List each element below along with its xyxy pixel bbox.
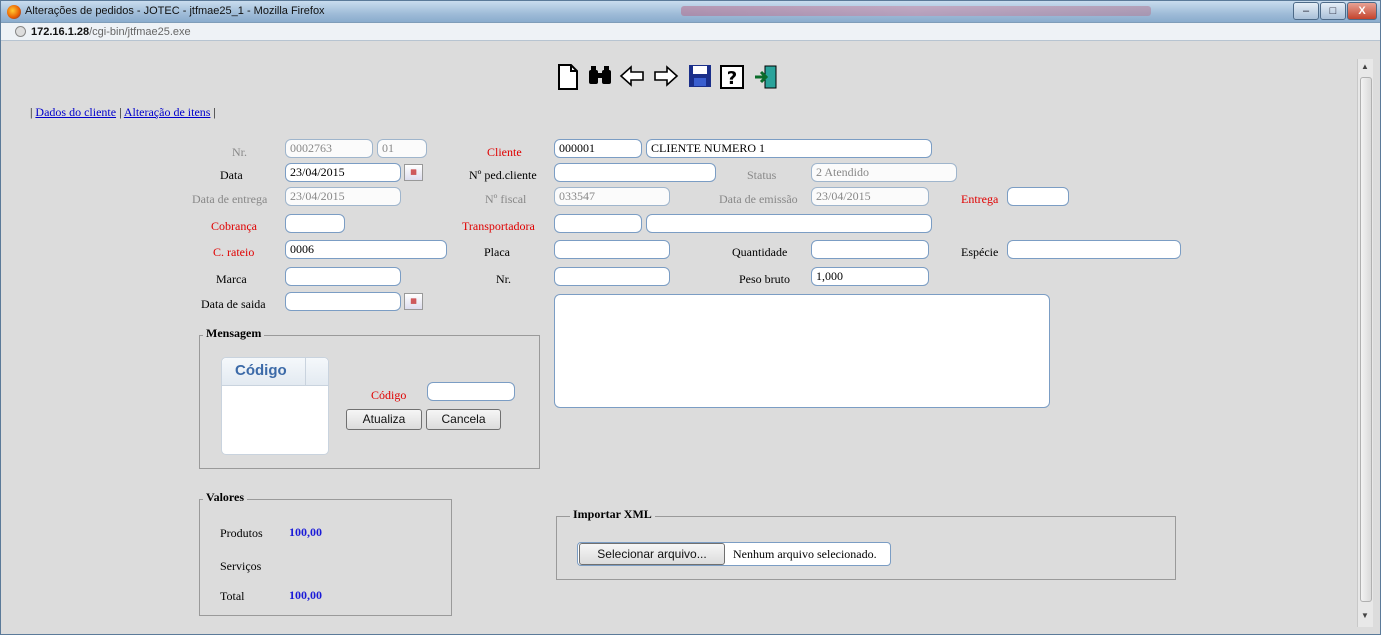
data-emissao-label: Data de emissão (719, 192, 798, 206)
close-button[interactable]: X (1347, 2, 1377, 20)
exit-icon[interactable] (753, 64, 779, 92)
transportadora-name-field[interactable] (646, 214, 932, 233)
marca-field[interactable] (285, 267, 401, 286)
atualiza-button[interactable]: Atualiza (346, 409, 422, 430)
codigo-grid[interactable]: Código (221, 357, 329, 455)
minimize-button[interactable]: – (1293, 2, 1319, 20)
rateio-label: C. rateio (213, 245, 255, 259)
entrega-label: Entrega (961, 192, 999, 206)
browser-window: Alterações de pedidos - JOTEC - jtfmae25… (0, 0, 1381, 635)
save-icon[interactable] (687, 64, 713, 92)
total-label: Total (220, 589, 245, 603)
status-field[interactable]: 2 Atendido (811, 163, 957, 182)
valores-legend: Valores (203, 490, 248, 505)
nr-field[interactable]: 0002763 (285, 139, 373, 158)
svg-text:?: ? (727, 68, 737, 89)
globe-icon (15, 26, 26, 37)
calendar-icon[interactable]: ▦ (404, 164, 423, 181)
calendar-icon[interactable]: ▦ (404, 293, 423, 310)
data-emissao-field[interactable]: 23/04/2015 (811, 187, 929, 206)
data-entrega-label: Data de entrega (192, 192, 268, 206)
nr-suffix-field[interactable]: 01 (377, 139, 427, 158)
scroll-down-icon[interactable]: ▼ (1361, 611, 1369, 620)
nav-separator: | (119, 105, 122, 119)
status-label: Status (747, 168, 777, 182)
help-icon[interactable]: ? (719, 64, 745, 92)
saida-field[interactable] (285, 292, 401, 311)
maximize-button[interactable]: □ (1320, 2, 1346, 20)
scroll-thumb[interactable] (1360, 77, 1372, 602)
xml-legend: Importar XML (570, 507, 655, 522)
nr-label: Nr. (232, 145, 247, 159)
especie-field[interactable] (1007, 240, 1181, 259)
scroll-up-icon[interactable]: ▲ (1361, 62, 1369, 71)
address-bar[interactable]: 172.16.1.28/cgi-bin/jtfmae25.exe (1, 23, 1380, 41)
entrega-field[interactable] (1007, 187, 1069, 206)
grid-header-codigo[interactable]: Código (235, 362, 287, 379)
nfiscal-label: Nº fiscal (485, 192, 527, 206)
nr2-label: Nr. (496, 272, 511, 286)
firefox-icon (7, 5, 21, 19)
saida-label: Data de saida (201, 297, 266, 311)
cliente-label: Cliente (487, 145, 522, 159)
quantidade-label: Quantidade (732, 245, 788, 259)
cobranca-label: Cobrança (211, 219, 257, 233)
peso-field[interactable]: 1,000 (811, 267, 929, 286)
taskbar-blur (681, 6, 1151, 16)
arrow-left-icon[interactable] (619, 64, 645, 92)
nav-separator: | (30, 105, 33, 119)
nav-separator: | (213, 105, 216, 119)
binoculars-icon[interactable] (587, 64, 613, 92)
servicos-label: Serviços (220, 559, 262, 573)
placa-field[interactable] (554, 240, 670, 259)
observacao-textarea[interactable] (554, 294, 1050, 408)
produtos-label: Produtos (220, 526, 263, 540)
link-dados-cliente[interactable]: Dados do cliente (35, 105, 116, 119)
nav-links: | Dados do cliente | Alteração de itens … (30, 105, 216, 120)
produtos-value: 100,00 (289, 525, 322, 539)
no-file-text: Nenhum arquivo selecionado. (733, 547, 877, 561)
select-file-button[interactable]: Selecionar arquivo... (579, 543, 725, 565)
ped-cliente-field[interactable] (554, 163, 716, 182)
mensagem-legend: Mensagem (203, 326, 265, 341)
especie-label: Espécie (961, 245, 999, 259)
quantidade-field[interactable] (811, 240, 929, 259)
placa-label: Placa (484, 245, 510, 259)
codigo-label: Código (371, 388, 407, 402)
rateio-field[interactable]: 0006 (285, 240, 447, 259)
data-label: Data (220, 168, 243, 182)
ped-cliente-label: Nº ped.cliente (469, 168, 537, 182)
codigo-field[interactable] (427, 382, 515, 401)
arrow-right-icon[interactable] (653, 64, 679, 92)
cliente-code-field[interactable]: 000001 (554, 139, 642, 158)
title-bar: Alterações de pedidos - JOTEC - jtfmae25… (1, 1, 1380, 23)
data-entrega-field[interactable]: 23/04/2015 (285, 187, 401, 206)
total-value: 100,00 (289, 588, 322, 602)
link-alteracao-itens[interactable]: Alteração de itens (124, 105, 211, 119)
grid-divider (305, 358, 306, 386)
cancela-button[interactable]: Cancela (426, 409, 501, 430)
cliente-name-field[interactable]: CLIENTE NUMERO 1 (646, 139, 932, 158)
data-field[interactable]: 23/04/2015 (285, 163, 401, 182)
peso-label: Peso bruto (739, 272, 790, 286)
transportadora-code-field[interactable] (554, 214, 642, 233)
url[interactable]: 172.16.1.28/cgi-bin/jtfmae25.exe (31, 26, 191, 38)
marca-label: Marca (216, 272, 247, 286)
new-document-icon[interactable] (555, 64, 581, 92)
cobranca-field[interactable] (285, 214, 345, 233)
nr2-field[interactable] (554, 267, 670, 286)
vertical-scrollbar[interactable]: ▲ ▼ (1357, 59, 1373, 627)
nfiscal-field[interactable]: 033547 (554, 187, 670, 206)
transportadora-label: Transportadora (462, 219, 535, 233)
window-title: Alterações de pedidos - JOTEC - jtfmae25… (25, 5, 325, 17)
